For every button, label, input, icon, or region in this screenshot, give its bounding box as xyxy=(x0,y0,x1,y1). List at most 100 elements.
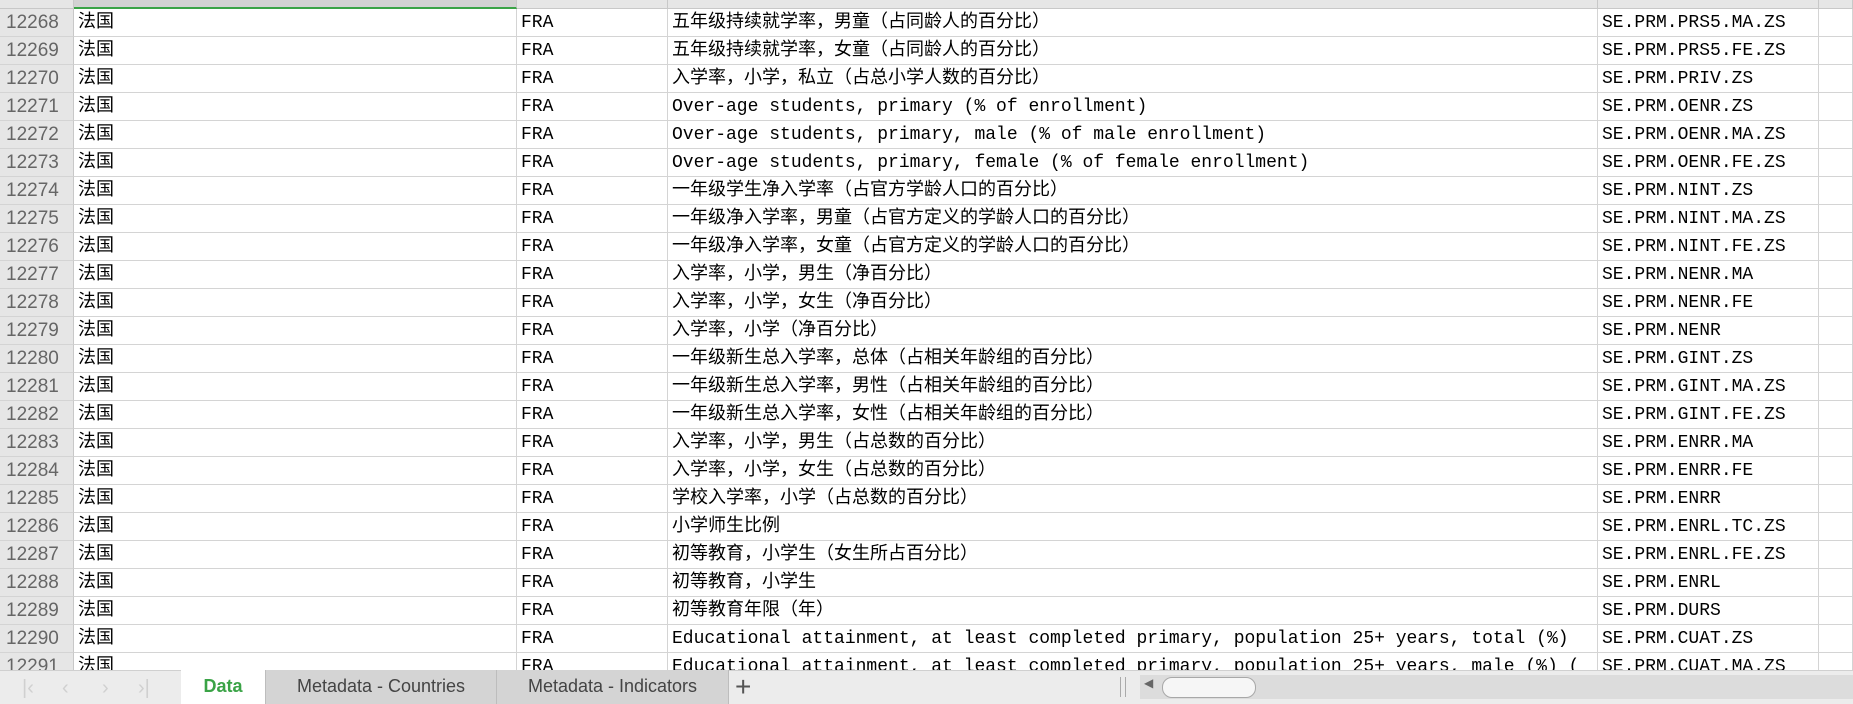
cell-indicator-name[interactable]: 入学率，小学，私立（占总小学人数的百分比） xyxy=(668,65,1598,93)
cell-empty[interactable] xyxy=(1819,9,1853,37)
cell-country[interactable]: 法国 xyxy=(74,541,517,569)
cell-country[interactable]: 法国 xyxy=(74,345,517,373)
cell-indicator-name[interactable]: Educational attainment, at least complet… xyxy=(668,625,1598,653)
tab-data[interactable]: Data xyxy=(181,670,266,704)
cell-country[interactable]: 法国 xyxy=(74,37,517,65)
cell-country-code[interactable]: FRA xyxy=(517,401,668,429)
cell-indicator-code[interactable]: SE.PRM.ENRL.FE.ZS xyxy=(1598,541,1819,569)
cell-country-code[interactable]: FRA xyxy=(517,205,668,233)
cell-country-code[interactable]: FRA xyxy=(517,177,668,205)
cell-indicator-name[interactable]: 初等教育，小学生（女生所占百分比） xyxy=(668,541,1598,569)
cell-indicator-code[interactable]: SE.PRM.PRS5.MA.ZS xyxy=(1598,9,1819,37)
cell-country[interactable]: 法国 xyxy=(74,625,517,653)
cell-country[interactable]: 法国 xyxy=(74,121,517,149)
cell-country-code[interactable]: FRA xyxy=(517,485,668,513)
cell-country[interactable]: 法国 xyxy=(74,569,517,597)
cell-country[interactable]: 法国 xyxy=(74,261,517,289)
spreadsheet-grid[interactable]: 12268 法国 FRA 五年级持续就学率，男童（占同龄人的百分比） SE.PRM.PR… xyxy=(0,0,1853,670)
cell-empty[interactable] xyxy=(1819,205,1853,233)
cell-country-code[interactable]: FRA xyxy=(517,653,668,670)
cell-country[interactable]: 法国 xyxy=(74,65,517,93)
cell-indicator-code[interactable]: SE.PRM.GINT.ZS xyxy=(1598,345,1819,373)
cell-indicator-name[interactable]: 入学率，小学，男生（净百分比） xyxy=(668,261,1598,289)
horizontal-scroll-thumb[interactable] xyxy=(1162,677,1256,698)
cell-country-code[interactable]: FRA xyxy=(517,457,668,485)
cell-country-code[interactable]: FRA xyxy=(517,65,668,93)
cell-country[interactable]: 法国 xyxy=(74,597,517,625)
cell-country-code[interactable]: FRA xyxy=(517,149,668,177)
row-number[interactable]: 12283 xyxy=(0,429,74,457)
add-sheet-icon[interactable]: + xyxy=(735,672,751,702)
cell-country-code[interactable]: FRA xyxy=(517,345,668,373)
cell-indicator-code[interactable]: SE.PRM.NENR.FE xyxy=(1598,289,1819,317)
cell-indicator-code[interactable]: SE.PRM.PRIV.ZS xyxy=(1598,65,1819,93)
row-number[interactable]: 12291 xyxy=(0,653,74,670)
tab-metadata-countries[interactable]: Metadata - Countries xyxy=(266,670,497,704)
cell-empty[interactable] xyxy=(1819,121,1853,149)
cell-indicator-code[interactable]: SE.PRM.NINT.ZS xyxy=(1598,177,1819,205)
cell-country-code[interactable]: FRA xyxy=(517,233,668,261)
row-number[interactable]: 12279 xyxy=(0,317,74,345)
cell-country-code[interactable]: FRA xyxy=(517,597,668,625)
row-number[interactable]: 12284 xyxy=(0,457,74,485)
cell-indicator-name[interactable]: 一年级净入学率，男童（占官方定义的学龄人口的百分比） xyxy=(668,205,1598,233)
cell-empty[interactable] xyxy=(1819,513,1853,541)
cell-country-code[interactable]: FRA xyxy=(517,541,668,569)
column-header-c[interactable] xyxy=(668,0,1598,9)
row-number[interactable]: 12289 xyxy=(0,597,74,625)
last-sheet-icon[interactable]: ›| xyxy=(138,677,150,700)
first-sheet-icon[interactable]: |‹ xyxy=(22,677,34,700)
cell-indicator-name[interactable]: Over-age students, primary (% of enrollm… xyxy=(668,93,1598,121)
column-header-b[interactable] xyxy=(517,0,668,9)
row-number[interactable]: 12275 xyxy=(0,205,74,233)
cell-indicator-code[interactable]: SE.PRM.NINT.FE.ZS xyxy=(1598,233,1819,261)
cell-indicator-name[interactable]: 一年级新生总入学率，男性（占相关年龄组的百分比） xyxy=(668,373,1598,401)
cell-country-code[interactable]: FRA xyxy=(517,513,668,541)
cell-empty[interactable] xyxy=(1819,653,1853,670)
cell-indicator-code[interactable]: SE.PRM.OENR.ZS xyxy=(1598,93,1819,121)
row-number[interactable]: 12281 xyxy=(0,373,74,401)
cell-indicator-code[interactable]: SE.PRM.ENRR.MA xyxy=(1598,429,1819,457)
cell-empty[interactable] xyxy=(1819,625,1853,653)
row-number[interactable]: 12290 xyxy=(0,625,74,653)
row-number[interactable]: 12286 xyxy=(0,513,74,541)
cell-indicator-code[interactable]: SE.PRM.ENRL xyxy=(1598,569,1819,597)
cell-country[interactable]: 法国 xyxy=(74,513,517,541)
cell-indicator-name[interactable]: Over-age students, primary, male (% of m… xyxy=(668,121,1598,149)
cell-country-code[interactable]: FRA xyxy=(517,429,668,457)
row-number[interactable]: 12269 xyxy=(0,37,74,65)
cell-indicator-code[interactable]: SE.PRM.PRS5.FE.ZS xyxy=(1598,37,1819,65)
cell-country[interactable]: 法国 xyxy=(74,289,517,317)
cell-indicator-name[interactable]: 五年级持续就学率，男童（占同龄人的百分比） xyxy=(668,9,1598,37)
row-number[interactable]: 12274 xyxy=(0,177,74,205)
row-number[interactable]: 12272 xyxy=(0,121,74,149)
cell-indicator-name[interactable]: 一年级净入学率，女童（占官方定义的学龄人口的百分比） xyxy=(668,233,1598,261)
cell-country[interactable]: 法国 xyxy=(74,93,517,121)
cell-empty[interactable] xyxy=(1819,261,1853,289)
cell-country-code[interactable]: FRA xyxy=(517,317,668,345)
cell-indicator-code[interactable]: SE.PRM.OENR.FE.ZS xyxy=(1598,149,1819,177)
cell-indicator-name[interactable]: 入学率，小学，男生（占总数的百分比） xyxy=(668,429,1598,457)
cell-country[interactable]: 法国 xyxy=(74,205,517,233)
row-number[interactable]: 12287 xyxy=(0,541,74,569)
row-number[interactable]: 12276 xyxy=(0,233,74,261)
row-number[interactable]: 12280 xyxy=(0,345,74,373)
cell-empty[interactable] xyxy=(1819,541,1853,569)
row-number[interactable]: 12277 xyxy=(0,261,74,289)
cell-country[interactable]: 法国 xyxy=(74,373,517,401)
cell-empty[interactable] xyxy=(1819,457,1853,485)
row-number[interactable]: 12285 xyxy=(0,485,74,513)
row-number[interactable]: 12268 xyxy=(0,9,74,37)
cell-indicator-code[interactable]: SE.PRM.CUAT.MA.ZS xyxy=(1598,653,1819,670)
cell-country-code[interactable]: FRA xyxy=(517,569,668,597)
cell-indicator-code[interactable]: SE.PRM.NENR.MA xyxy=(1598,261,1819,289)
prev-sheet-icon[interactable]: ‹ xyxy=(62,677,69,700)
cell-country[interactable]: 法国 xyxy=(74,317,517,345)
cell-indicator-name[interactable]: 入学率，小学（净百分比） xyxy=(668,317,1598,345)
cell-indicator-name[interactable]: Educational attainment, at least complet… xyxy=(668,653,1598,670)
tab-metadata-indicators[interactable]: Metadata - Indicators xyxy=(497,670,729,704)
cell-indicator-name[interactable]: 一年级新生总入学率，女性（占相关年龄组的百分比） xyxy=(668,401,1598,429)
cell-indicator-name[interactable]: 一年级新生总入学率，总体（占相关年龄组的百分比） xyxy=(668,345,1598,373)
cell-empty[interactable] xyxy=(1819,373,1853,401)
cell-empty[interactable] xyxy=(1819,597,1853,625)
